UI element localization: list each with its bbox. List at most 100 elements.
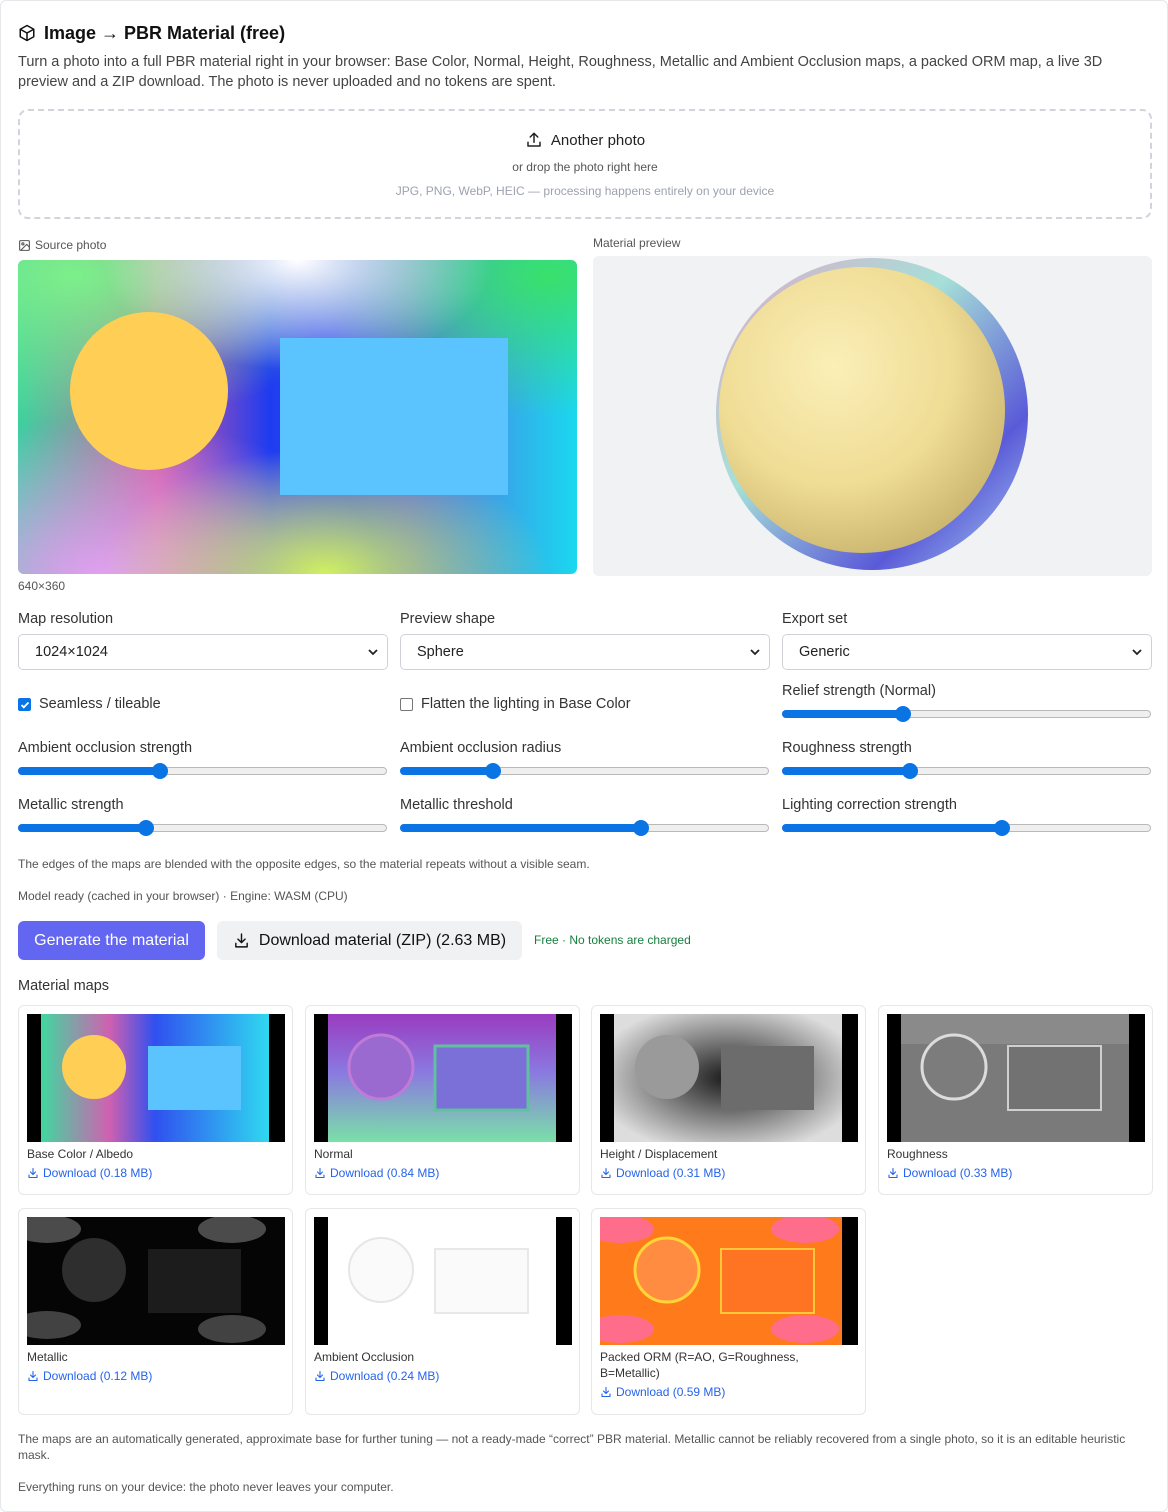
- yellow-disc: [70, 312, 228, 470]
- generate-material-button[interactable]: Generate the material: [18, 921, 205, 960]
- packed-orm-thumbnail: [600, 1217, 858, 1345]
- download-icon: [235, 933, 248, 948]
- slider-thumb[interactable]: [993, 820, 1010, 836]
- disclaimer-text: The maps are an automatically generated,…: [18, 1432, 1126, 1462]
- map-card-base-color: Base Color / Albedo Download (0.18 MB): [18, 1005, 293, 1195]
- download-link-roughness[interactable]: Download (0.33 MB): [887, 1166, 1012, 1180]
- download-icon: [315, 1370, 325, 1382]
- flatten-lighting-label: Flatten the lighting in Base Color: [421, 696, 631, 712]
- map-name: Metallic: [27, 1350, 68, 1364]
- download-link-text: Download (0.33 MB): [903, 1166, 1013, 1180]
- ao-radius-slider[interactable]: [400, 763, 769, 779]
- download-icon: [601, 1386, 611, 1398]
- map-card-metallic: Metallic Download (0.12 MB): [18, 1208, 293, 1415]
- preview-shape-label: Preview shape: [400, 611, 496, 627]
- download-link-text: Download (0.18 MB): [43, 1166, 153, 1180]
- slider-thumb[interactable]: [632, 820, 649, 836]
- page-title: Image → PBR Material (free): [18, 21, 285, 45]
- ao-strength-slider[interactable]: [18, 763, 387, 779]
- map-name: Normal: [314, 1147, 353, 1161]
- map-card-height: Height / Displacement Download (0.31 MB): [591, 1005, 866, 1195]
- map-card-packed-orm: Packed ORM (R=AO, G=Roughness, B=Metalli…: [591, 1208, 866, 1415]
- map-card-roughness: Roughness Download (0.33 MB): [878, 1005, 1153, 1195]
- download-link-text: Download (0.24 MB): [330, 1369, 440, 1383]
- chevron-down-icon: [1132, 649, 1142, 656]
- download-link-normal[interactable]: Download (0.84 MB): [314, 1166, 439, 1180]
- download-zip-label: Download material (ZIP) (2.63 MB): [258, 931, 507, 949]
- another-photo-button[interactable]: Another photo: [20, 131, 1150, 149]
- download-link-text: Download (0.31 MB): [616, 1166, 726, 1180]
- slider-thumb[interactable]: [894, 706, 911, 722]
- checkbox-unchecked-icon[interactable]: [400, 697, 413, 711]
- metallic-threshold-label: Metallic threshold: [400, 797, 513, 813]
- preview-shape-value: Sphere: [417, 644, 464, 660]
- seamless-label: Seamless / tileable: [39, 696, 161, 712]
- seam-note: The edges of the maps are blended with t…: [18, 857, 590, 871]
- ao-strength-label: Ambient occlusion strength: [18, 740, 193, 756]
- download-link-base-color[interactable]: Download (0.18 MB): [27, 1166, 152, 1180]
- roughness-thumbnail: [887, 1014, 1145, 1142]
- map-resolution-select[interactable]: 1024×1024: [18, 634, 388, 670]
- export-set-select[interactable]: Generic: [782, 634, 1152, 670]
- download-link-packed-orm[interactable]: Download (0.59 MB): [600, 1385, 725, 1399]
- upload-icon: [527, 132, 541, 147]
- download-link-text: Download (0.12 MB): [43, 1369, 153, 1383]
- tool-card: Image → PBR Material (free) Turn a photo…: [0, 0, 1168, 1512]
- material-maps-title: Material maps: [18, 978, 110, 994]
- roughness-strength-label: Roughness strength: [782, 740, 912, 756]
- title-text: Image → PBR Material (free): [44, 22, 286, 43]
- map-card-normal: Normal Download (0.84 MB): [305, 1005, 580, 1195]
- base-color-thumbnail: [27, 1014, 285, 1142]
- metallic-threshold-slider[interactable]: [400, 820, 769, 836]
- slider-thumb[interactable]: [138, 820, 155, 836]
- cube-icon: [19, 24, 35, 42]
- map-resolution-value: 1024×1024: [35, 644, 108, 660]
- preview-label: Material preview: [593, 236, 681, 250]
- ao-radius-label: Ambient occlusion radius: [400, 740, 562, 756]
- seamless-checkbox[interactable]: Seamless / tileable: [18, 696, 161, 712]
- image-icon: [19, 239, 30, 251]
- free-note: Free · No tokens are charged: [534, 933, 691, 947]
- download-link-metallic[interactable]: Download (0.12 MB): [27, 1369, 152, 1383]
- blue-rectangle: [280, 338, 508, 495]
- photo-dropzone[interactable]: Another photo or drop the photo right he…: [18, 109, 1152, 219]
- metallic-strength-slider[interactable]: [18, 820, 387, 836]
- intro-text: Turn a photo into a full PBR material ri…: [18, 54, 1103, 90]
- normal-thumbnail: [314, 1014, 572, 1142]
- map-name: Roughness: [887, 1147, 948, 1161]
- download-icon: [315, 1167, 325, 1179]
- lighting-correction-slider[interactable]: [782, 820, 1151, 836]
- slider-thumb[interactable]: [902, 763, 919, 779]
- flatten-lighting-checkbox[interactable]: Flatten the lighting in Base Color: [400, 696, 631, 712]
- download-icon: [28, 1167, 38, 1179]
- privacy-text: Everything runs on your device: the phot…: [18, 1480, 394, 1494]
- preview-shape-select[interactable]: Sphere: [400, 634, 770, 670]
- another-photo-label: Another photo: [550, 131, 646, 149]
- metallic-strength-label: Metallic strength: [18, 797, 124, 813]
- model-status: Model ready (cached in your browser) · E…: [18, 889, 348, 903]
- drop-hint: or drop the photo right here: [512, 160, 658, 174]
- roughness-strength-slider[interactable]: [782, 763, 1151, 779]
- chevron-down-icon: [750, 649, 760, 656]
- map-card-ambient-occlusion: Ambient Occlusion Download (0.24 MB): [305, 1208, 580, 1415]
- download-zip-button[interactable]: Download material (ZIP) (2.63 MB): [217, 921, 522, 960]
- source-dimensions: 640×360: [18, 579, 66, 593]
- download-link-ambient-occlusion[interactable]: Download (0.24 MB): [314, 1369, 439, 1383]
- download-icon: [601, 1167, 611, 1179]
- download-link-text: Download (0.84 MB): [330, 1166, 440, 1180]
- relief-strength-label: Relief strength (Normal): [782, 683, 936, 699]
- download-link-height[interactable]: Download (0.31 MB): [600, 1166, 725, 1180]
- ambient-occlusion-thumbnail: [314, 1217, 572, 1345]
- format-hint: JPG, PNG, WebP, HEIC — processing happen…: [395, 184, 775, 198]
- map-name: Ambient Occlusion: [314, 1350, 415, 1364]
- checkbox-checked-icon[interactable]: [18, 697, 31, 711]
- source-photo-text: Source photo: [35, 238, 107, 252]
- slider-thumb[interactable]: [152, 763, 169, 779]
- source-photo-label: Source photo: [18, 238, 106, 252]
- metallic-thumbnail: [27, 1217, 285, 1345]
- slider-thumb[interactable]: [484, 763, 501, 779]
- relief-strength-slider[interactable]: [782, 706, 1151, 722]
- material-preview-3d[interactable]: [593, 256, 1152, 576]
- source-photo: [18, 260, 577, 574]
- export-set-label: Export set: [782, 611, 848, 627]
